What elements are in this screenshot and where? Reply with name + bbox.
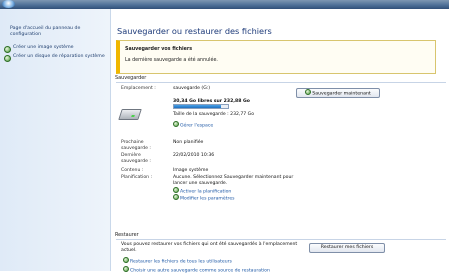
choose-other-backup-label: Choisir une autre sauvegarde comme sourc… [130, 268, 270, 274]
shield-icon [305, 89, 312, 95]
section-divider [116, 82, 446, 83]
schedule-value: Aucune. Sélectionnez Sauvegarder mainten… [173, 175, 294, 186]
sidebar-item-create-system-image[interactable]: Créer une image système [13, 45, 105, 51]
location-value: sauvegarde (G:) [173, 86, 211, 91]
main-content: Sauvegarder ou restaurer des fichiers Sa… [111, 9, 449, 274]
restore-description: Vous pouvez restaurer vos fichiers qui o… [121, 242, 298, 253]
notice-message: La dernière sauvegarde a été annulée. [125, 58, 218, 63]
change-settings-link[interactable]: Modifier les paramètres [173, 194, 235, 202]
shield-icon [4, 46, 11, 53]
shield-icon [123, 257, 129, 263]
backup-now-button[interactable]: Sauvegarder maintenant [296, 88, 380, 98]
restore-section-title: Restaurer [115, 232, 139, 238]
sidebar-item-create-repair-disc[interactable]: Créer un disque de réparation système [13, 54, 105, 60]
change-settings-label: Modifier les paramètres [180, 196, 235, 202]
restore-all-users-label: Restaurer les fichiers de tous les utili… [130, 259, 232, 265]
sidebar: Page d'accueil du panneau de configurati… [0, 9, 111, 271]
restore-my-files-button[interactable]: Restaurer mes fichiers [309, 243, 385, 253]
shield-icon [173, 121, 179, 127]
schedule-label: Planification : [121, 175, 153, 180]
backup-now-label: Sauvegarder maintenant [312, 91, 371, 97]
notice-title: Sauvegarder vos fichiers [125, 47, 193, 52]
restore-all-users-link[interactable]: Restaurer les fichiers de tous les utili… [123, 257, 232, 265]
last-backup-value: 22/02/2010 10:36 [173, 153, 215, 158]
shield-icon [173, 187, 179, 193]
contents-value: Image système [173, 168, 209, 173]
location-label: Emplacement : [121, 86, 156, 91]
backup-section-title: Sauvegarder [115, 75, 147, 81]
start-orb-icon[interactable] [2, 0, 15, 8]
manage-space-link[interactable]: Gérer l'espace [173, 121, 213, 129]
choose-other-backup-link[interactable]: Choisir une autre sauvegarde comme sourc… [123, 266, 270, 274]
disk-usage-bar [173, 104, 229, 109]
next-backup-label: Prochaine sauvegarde : [121, 140, 151, 151]
hard-drive-icon [118, 109, 142, 120]
manage-space-label: Gérer l'espace [180, 123, 214, 129]
warning-notice: Sauvegarder vos fichiers La dernière sau… [116, 40, 436, 74]
shield-icon [173, 194, 179, 200]
section-divider [116, 239, 446, 240]
next-backup-value: Non planifiée [173, 140, 204, 145]
backup-size-text: Taille de la sauvegarde : 232,77 Go [173, 112, 255, 117]
last-backup-label: Dernière sauvegarde : [121, 153, 151, 164]
shield-icon [4, 55, 11, 62]
disk-usage-fill [174, 105, 221, 108]
control-panel-home-link[interactable]: Page d'accueil du panneau de configurati… [10, 26, 102, 38]
shield-icon [123, 266, 129, 272]
contents-label: Contenu : [121, 168, 144, 173]
page-title: Sauvegarder ou restaurer des fichiers [117, 26, 272, 36]
window-titlebar [0, 0, 449, 9]
